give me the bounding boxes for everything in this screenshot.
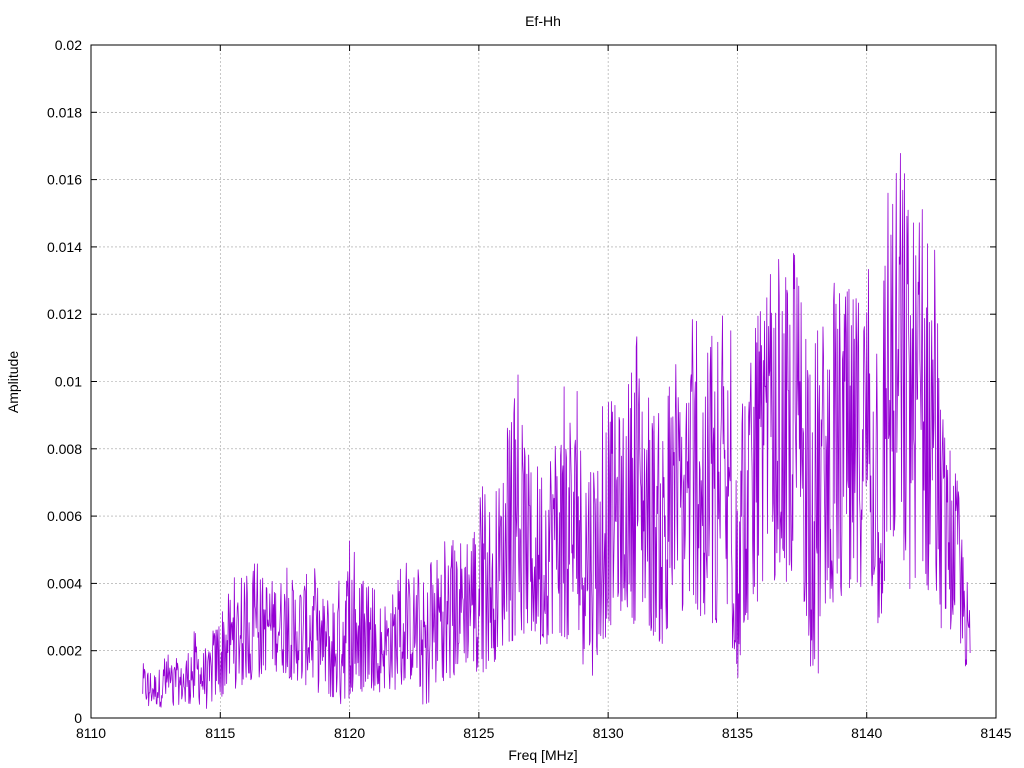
y-tick-label: 0.008 bbox=[47, 441, 82, 457]
x-tick-label: 8115 bbox=[205, 725, 235, 741]
y-tick-label: 0 bbox=[74, 710, 82, 726]
x-tick-label: 8130 bbox=[593, 725, 624, 741]
y-tick-label: 0.004 bbox=[47, 575, 82, 591]
y-tick-label: 0.014 bbox=[47, 239, 82, 255]
chart: 8110 8115 8120 8125 8130 8135 8140 8145 0 0.002 0.… bbox=[0, 0, 1024, 768]
y-tick-label: 0.002 bbox=[47, 643, 82, 659]
y-tick-label: 0.01 bbox=[55, 374, 82, 390]
x-tick-label: 8110 bbox=[76, 725, 106, 741]
x-tick-label: 8145 bbox=[980, 725, 1011, 741]
y-tick-label: 0.018 bbox=[47, 104, 82, 120]
x-axis-label: Freq [MHz] bbox=[508, 747, 577, 763]
y-axis-label: Amplitude bbox=[5, 351, 21, 413]
y-tick-label: 0.02 bbox=[55, 37, 82, 53]
chart-background bbox=[0, 0, 1024, 768]
x-tick-label: 8125 bbox=[463, 725, 494, 741]
y-tick-label: 0.012 bbox=[47, 306, 82, 322]
x-tick-label: 8140 bbox=[851, 725, 882, 741]
x-tick-label: 8120 bbox=[334, 725, 365, 741]
y-tick-label: 0.016 bbox=[47, 172, 82, 188]
y-tick-label: 0.006 bbox=[47, 508, 82, 524]
x-tick-label: 8135 bbox=[722, 725, 753, 741]
chart-title: Ef-Hh bbox=[525, 13, 561, 29]
